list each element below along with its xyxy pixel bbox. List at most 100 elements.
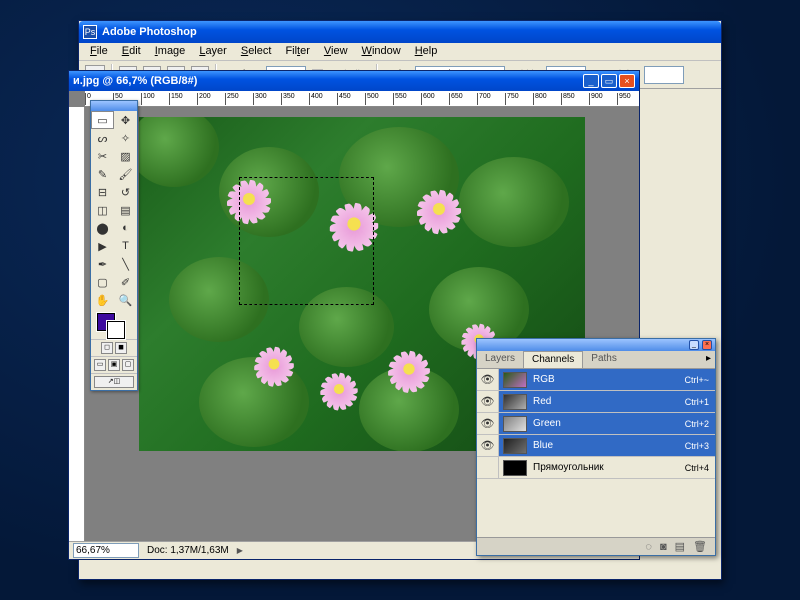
- save-selection-icon[interactable]: ◙: [660, 541, 667, 553]
- selection-marquee[interactable]: [239, 177, 374, 305]
- tool-wand[interactable]: ✧: [114, 129, 137, 147]
- tool-lasso[interactable]: ᔕ: [91, 129, 114, 147]
- panel-header[interactable]: _ ×: [477, 339, 715, 351]
- channel-thumbnail: [503, 372, 527, 388]
- ruler-tick: 950: [617, 93, 631, 105]
- toolbox[interactable]: ▭✥ᔕ✧✂▨✎🖌⊟↺◫▤⬤◐▶T✒╲▢✐✋🔍 ◻◼ ▭▣▢ ↗◫: [90, 100, 138, 391]
- menu-image[interactable]: Image: [148, 43, 193, 60]
- menu-select[interactable]: Select: [234, 43, 279, 60]
- ruler-tick: 550: [393, 93, 407, 105]
- channel-name: RGB: [531, 374, 684, 385]
- tool-eraser[interactable]: ◫: [91, 201, 114, 219]
- ruler-tick: 700: [477, 93, 491, 105]
- tool-eyedrop[interactable]: ✐: [114, 273, 137, 291]
- visibility-eye-icon[interactable]: 👁: [477, 435, 499, 456]
- channel-shortcut: Ctrl+2: [685, 419, 715, 429]
- close-button[interactable]: ×: [619, 74, 635, 88]
- panel-footer: ◌ ◙ ▤ 🗑: [477, 537, 715, 555]
- channel-row[interactable]: ПрямоугольникCtrl+4: [477, 457, 715, 479]
- ruler-tick: 600: [421, 93, 435, 105]
- background-swatch[interactable]: [107, 321, 125, 339]
- menu-window[interactable]: Window: [355, 43, 408, 60]
- ruler-tick: 450: [337, 93, 351, 105]
- tool-crop[interactable]: ✂: [91, 147, 114, 165]
- app-titlebar[interactable]: Ps Adobe Photoshop: [79, 21, 721, 43]
- tool-brush[interactable]: 🖌: [114, 165, 137, 183]
- zoom-input[interactable]: [73, 543, 139, 558]
- channel-shortcut: Ctrl+4: [685, 463, 715, 473]
- panel-close-button[interactable]: ×: [702, 340, 712, 350]
- delete-channel-icon[interactable]: 🗑: [693, 540, 707, 553]
- app-title: Adobe Photoshop: [102, 26, 197, 38]
- channel-row[interactable]: 👁 GreenCtrl+2: [477, 413, 715, 435]
- tool-history-brush[interactable]: ↺: [114, 183, 137, 201]
- channel-name: Green: [531, 418, 685, 429]
- tool-dodge[interactable]: ◐: [114, 219, 137, 237]
- tool-marquee[interactable]: ▭: [91, 111, 114, 129]
- visibility-eye-icon[interactable]: [477, 457, 499, 478]
- menu-layer[interactable]: Layer: [192, 43, 234, 60]
- document-titlebar[interactable]: и.jpg @ 66,7% (RGB/8#) _ ▭ ×: [69, 71, 639, 91]
- tool-type[interactable]: T: [114, 237, 137, 255]
- channel-name: Red: [531, 396, 685, 407]
- tool-path-sel[interactable]: ▶: [91, 237, 114, 255]
- tool-heal[interactable]: ✎: [91, 165, 114, 183]
- ruler-tick: 350: [281, 93, 295, 105]
- tool-gradient[interactable]: ▤: [114, 201, 137, 219]
- quickmask-standard-icon[interactable]: ◻: [101, 342, 113, 354]
- tool-pen[interactable]: ✒: [91, 255, 114, 273]
- menu-filter[interactable]: Filter: [278, 43, 316, 60]
- toolbox-header[interactable]: [91, 101, 137, 111]
- panel-tabs: Layers Channels Paths ▸: [477, 351, 715, 369]
- channel-thumbnail: [503, 438, 527, 454]
- channel-shortcut: Ctrl+1: [685, 397, 715, 407]
- imageready-button[interactable]: ↗◫: [94, 376, 134, 388]
- channels-panel[interactable]: _ × Layers Channels Paths ▸ 👁 RGBCtrl+~ 👁 R…: [476, 338, 716, 556]
- statusbar-menu-icon[interactable]: ▶: [237, 546, 243, 555]
- ruler-tick: 650: [449, 93, 463, 105]
- visibility-eye-icon[interactable]: 👁: [477, 391, 499, 412]
- ruler-horizontal[interactable]: 0501001502002503003504004505005506006507…: [85, 91, 639, 107]
- minimize-button[interactable]: _: [583, 74, 599, 88]
- ruler-tick: 850: [561, 93, 575, 105]
- menubar: File Edit Image Layer Select Filter View…: [79, 43, 721, 61]
- color-swatches: [91, 309, 137, 339]
- menu-file[interactable]: File: [83, 43, 115, 60]
- screen-full-menubar-icon[interactable]: ▣: [108, 359, 120, 371]
- visibility-eye-icon[interactable]: 👁: [477, 369, 499, 390]
- tool-move[interactable]: ✥: [114, 111, 137, 129]
- quickmask-icon[interactable]: ◼: [115, 342, 127, 354]
- channel-shortcut: Ctrl+~: [684, 375, 715, 385]
- visibility-eye-icon[interactable]: 👁: [477, 413, 499, 434]
- panel-menu-icon[interactable]: ▸: [702, 351, 715, 368]
- menu-view[interactable]: View: [317, 43, 355, 60]
- tool-zoom[interactable]: 🔍: [114, 291, 137, 309]
- ruler-tick: 800: [533, 93, 547, 105]
- tool-hand[interactable]: ✋: [91, 291, 114, 309]
- panel-minimize-button[interactable]: _: [689, 340, 699, 350]
- tool-shape[interactable]: ╲: [114, 255, 137, 273]
- tool-notes[interactable]: ▢: [91, 273, 114, 291]
- menu-edit[interactable]: Edit: [115, 43, 148, 60]
- load-selection-icon[interactable]: ◌: [645, 541, 652, 553]
- tab-channels[interactable]: Channels: [523, 351, 583, 368]
- channel-thumbnail: [503, 394, 527, 410]
- new-channel-icon[interactable]: ▤: [675, 540, 685, 553]
- channel-row[interactable]: 👁 RedCtrl+1: [477, 391, 715, 413]
- ruler-tick: 400: [309, 93, 323, 105]
- ruler-tick: 300: [253, 93, 267, 105]
- screen-standard-icon[interactable]: ▭: [94, 359, 106, 371]
- maximize-button[interactable]: ▭: [601, 74, 617, 88]
- ruler-tick: 750: [505, 93, 519, 105]
- channel-row[interactable]: 👁BlueCtrl+3: [477, 435, 715, 457]
- menu-help[interactable]: Help: [408, 43, 445, 60]
- tool-blur[interactable]: ⬤: [91, 219, 114, 237]
- screen-full-icon[interactable]: ▢: [122, 359, 134, 371]
- tab-layers[interactable]: Layers: [477, 351, 523, 368]
- tab-paths[interactable]: Paths: [583, 351, 625, 368]
- tool-slice[interactable]: ▨: [114, 147, 137, 165]
- channel-row[interactable]: 👁 RGBCtrl+~: [477, 369, 715, 391]
- tool-stamp[interactable]: ⊟: [91, 183, 114, 201]
- channel-name: Blue: [531, 440, 685, 451]
- ruler-vertical[interactable]: [69, 107, 85, 541]
